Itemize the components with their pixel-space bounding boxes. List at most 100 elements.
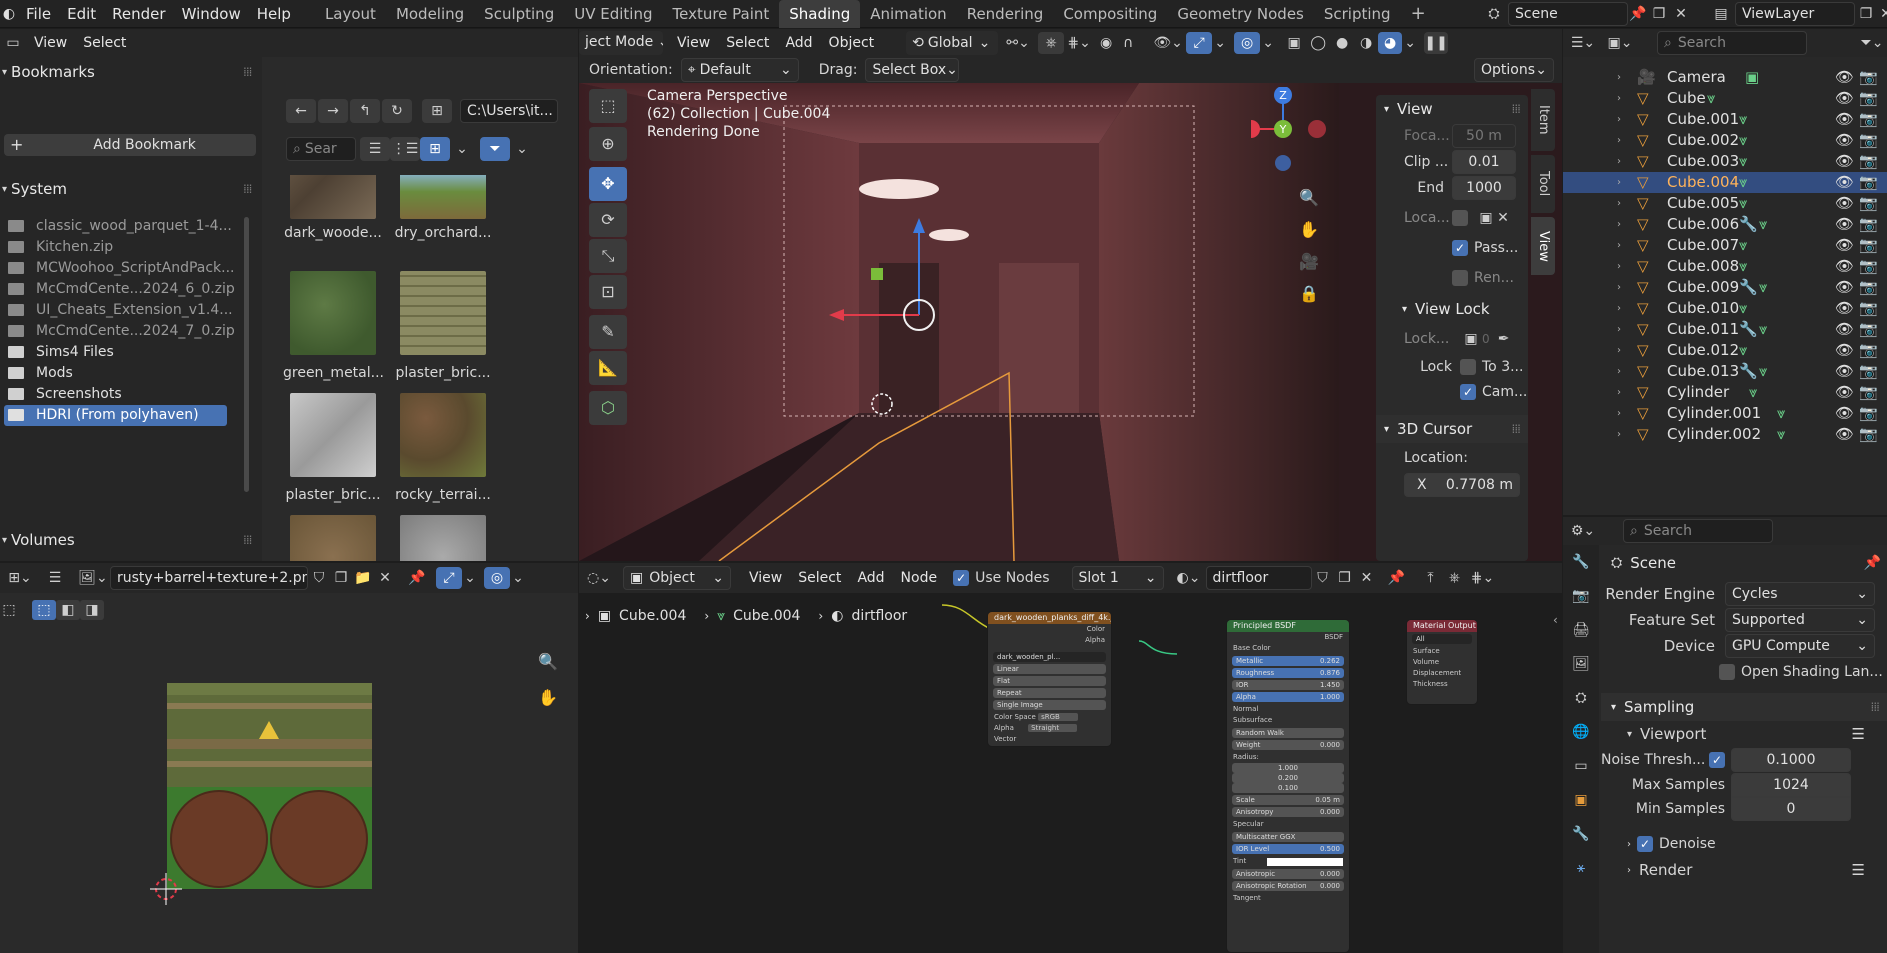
bookmarks-header[interactable]: ▾ Bookmarks ⁞⁞⁞: [0, 57, 262, 87]
clip-end-field[interactable]: 1000: [1452, 176, 1516, 200]
device-dropdown[interactable]: GPU Compute ⌄: [1725, 634, 1875, 658]
orientation-dropdown[interactable]: ⌖ Default ⌄: [680, 58, 799, 82]
tab-layout[interactable]: Layout: [315, 0, 386, 28]
3d-cursor-header[interactable]: ▾ 3D Cursor ⁞⁞⁞: [1376, 415, 1528, 443]
pin-icon[interactable]: 📌: [404, 570, 430, 586]
outliner-row[interactable]: › 🎥 Camera ▣ 👁 📷: [1563, 67, 1887, 88]
gizmo-icon[interactable]: ⤢: [436, 567, 462, 589]
refresh-icon[interactable]: ↻: [382, 99, 412, 123]
fb-menu-select[interactable]: Select: [75, 29, 134, 57]
2d-cursor[interactable]: [150, 873, 182, 905]
editor-type-icon[interactable]: ☰⌄: [1563, 35, 1603, 51]
roughness-field[interactable]: Roughness 0.876: [1232, 668, 1344, 678]
scale-icon[interactable]: ⤡: [589, 239, 627, 273]
new-image-icon[interactable]: ❐: [330, 570, 352, 586]
overlays-icon[interactable]: ◎: [484, 567, 510, 589]
vp-menu-add[interactable]: Add: [777, 29, 820, 57]
local-camera-checkbox[interactable]: [1452, 210, 1468, 226]
material-shading-icon[interactable]: ◑: [1354, 35, 1378, 51]
chevron-down-icon[interactable]: ⌄: [1260, 35, 1276, 51]
output-icon[interactable]: 🖨: [1563, 613, 1599, 647]
anisotropic-field[interactable]: Anisotropic 0.000: [1232, 869, 1344, 879]
sidebar-scrollbar[interactable]: [244, 217, 249, 492]
node-image-field[interactable]: dark_wooden_pl...: [993, 652, 1106, 662]
chevron-down-icon[interactable]: ⌄: [450, 137, 474, 161]
image-name-field[interactable]: rusty+barrel+texture+2.png: [110, 566, 308, 590]
scene-name-field[interactable]: Scene: [1508, 2, 1628, 26]
radius-x-field[interactable]: 1.000: [1232, 763, 1344, 773]
min-samples-field[interactable]: 0: [1731, 797, 1851, 821]
overlays-icon[interactable]: ◎: [1234, 32, 1261, 54]
noise-threshold-field[interactable]: 0.1000: [1731, 748, 1851, 772]
delete-viewlayer-icon[interactable]: ✕: [1877, 6, 1887, 22]
metallic-field[interactable]: Metallic 0.262: [1232, 656, 1344, 666]
uv-image[interactable]: [167, 683, 372, 889]
fake-user-icon[interactable]: ⛉: [308, 570, 330, 586]
thumbnail-plaster-brick-2[interactable]: [290, 393, 376, 477]
visibility-icon[interactable]: 👁⌄: [1150, 35, 1186, 51]
volumes-header[interactable]: ▾ Volumes ⁞⁞⁞: [0, 525, 262, 555]
horizontal-list-icon[interactable]: ⋮☰: [390, 137, 420, 161]
sampling-header[interactable]: ▾ Sampling ⁞⁞⁞: [1601, 693, 1887, 721]
tab-shading[interactable]: Shading: [779, 0, 861, 28]
anisotropy-field[interactable]: Anisotropy 0.000: [1232, 807, 1344, 817]
parent-dir-icon[interactable]: ↰: [350, 99, 380, 123]
falloff-icon[interactable]: ∩: [1118, 35, 1138, 51]
drag-dropdown[interactable]: Select Box ⌄: [865, 58, 960, 82]
outliner-row[interactable]: › ▽ Cube.005 ⩔ 👁 📷: [1563, 193, 1887, 214]
tint-color-swatch[interactable]: [1267, 857, 1343, 866]
gizmo-icon[interactable]: ⤢: [1186, 32, 1213, 54]
thumbnail-rocky-terrain[interactable]: [400, 393, 486, 477]
snap-target-icon[interactable]: ⋕⌄: [1064, 35, 1094, 51]
render-engine-dropdown[interactable]: Cycles ⌄: [1725, 582, 1875, 606]
vp-menu-select[interactable]: Select: [718, 29, 777, 57]
list-item[interactable]: MCWoohoo_ScriptAndPack...: [0, 258, 240, 279]
radius-y-field[interactable]: 0.200: [1232, 773, 1344, 783]
principled-bsdf-node[interactable]: Principled BSDF BSDF Base Color Metallic…: [1226, 619, 1350, 953]
ior-field[interactable]: IOR 1.450: [1232, 680, 1344, 690]
editor-type-icon[interactable]: ⊞⌄: [0, 570, 40, 586]
thumbnail-plaster-brick[interactable]: [400, 271, 486, 355]
object-icon[interactable]: ▣: [1563, 783, 1599, 817]
open-image-icon[interactable]: 📁: [352, 570, 374, 586]
outliner-row[interactable]: › ▽ Cube.007 ⩔ 👁 📷: [1563, 235, 1887, 256]
options-dropdown[interactable]: Options ⌄: [1474, 58, 1554, 82]
vertical-list-icon[interactable]: ☰: [360, 137, 390, 161]
object-icon[interactable]: ▣: [1460, 331, 1482, 347]
system-header[interactable]: ▾ System ⁞⁞⁞: [0, 174, 262, 204]
outliner-row[interactable]: › ▽ Cube.012 ⩔ 👁 📷: [1563, 340, 1887, 361]
open-shading-language-checkbox[interactable]: [1719, 664, 1735, 680]
tab-modeling[interactable]: Modeling: [386, 0, 474, 28]
filter-icon[interactable]: ⏷: [480, 137, 510, 161]
snap-icon[interactable]: ⎈: [1038, 32, 1065, 54]
max-samples-field[interactable]: 1024: [1731, 773, 1851, 797]
list-item[interactable]: classic_wood_parquet_1-4...: [0, 216, 240, 237]
tab-geometry-nodes[interactable]: Geometry Nodes: [1167, 0, 1314, 28]
ior-level-field[interactable]: IOR Level 0.500: [1232, 844, 1344, 854]
navigation-gizmo[interactable]: Z Y: [1242, 86, 1341, 177]
delete-scene-icon[interactable]: ✕: [1670, 6, 1692, 22]
select-box-icon[interactable]: ⬚: [589, 89, 627, 123]
outliner-search-input[interactable]: ⌕ Search: [1657, 31, 1807, 55]
xray-icon[interactable]: ▣: [1282, 35, 1306, 51]
transform-icon[interactable]: ⊡: [589, 275, 627, 309]
denoise-subpanel[interactable]: › ✓ Denoise: [1601, 831, 1887, 857]
new-folder-icon[interactable]: ⊞: [422, 99, 452, 123]
scale-field[interactable]: Scale 0.05 m: [1232, 795, 1344, 805]
list-item[interactable]: Mods: [0, 363, 240, 384]
focal-length-field[interactable]: 50 m: [1452, 124, 1516, 148]
render-icon[interactable]: 📷: [1563, 579, 1599, 613]
add-bookmark-button[interactable]: + Add Bookmark: [4, 134, 256, 156]
source-dropdown[interactable]: Single Image: [993, 700, 1106, 710]
outliner-row[interactable]: › ▽ Cylinder.002 ⩔ 👁 📷: [1563, 424, 1887, 445]
alpha-field[interactable]: Alpha 1.000: [1232, 692, 1344, 702]
hand-icon[interactable]: ✋: [1297, 213, 1321, 245]
forward-arrow-icon[interactable]: →: [318, 99, 348, 123]
lock-icon[interactable]: 🔒: [1297, 277, 1321, 309]
rotate-icon[interactable]: ⟳: [589, 203, 627, 237]
camera-icon[interactable]: 🎥: [1297, 245, 1321, 277]
chevron-down-icon[interactable]: ⌄: [1402, 35, 1418, 51]
add-cube-icon[interactable]: ⬡: [589, 391, 627, 425]
selection-mode-new-icon[interactable]: ⬚: [32, 600, 56, 620]
outliner-row[interactable]: › ▽ Cube.001 ⩔ 👁 📷: [1563, 109, 1887, 130]
